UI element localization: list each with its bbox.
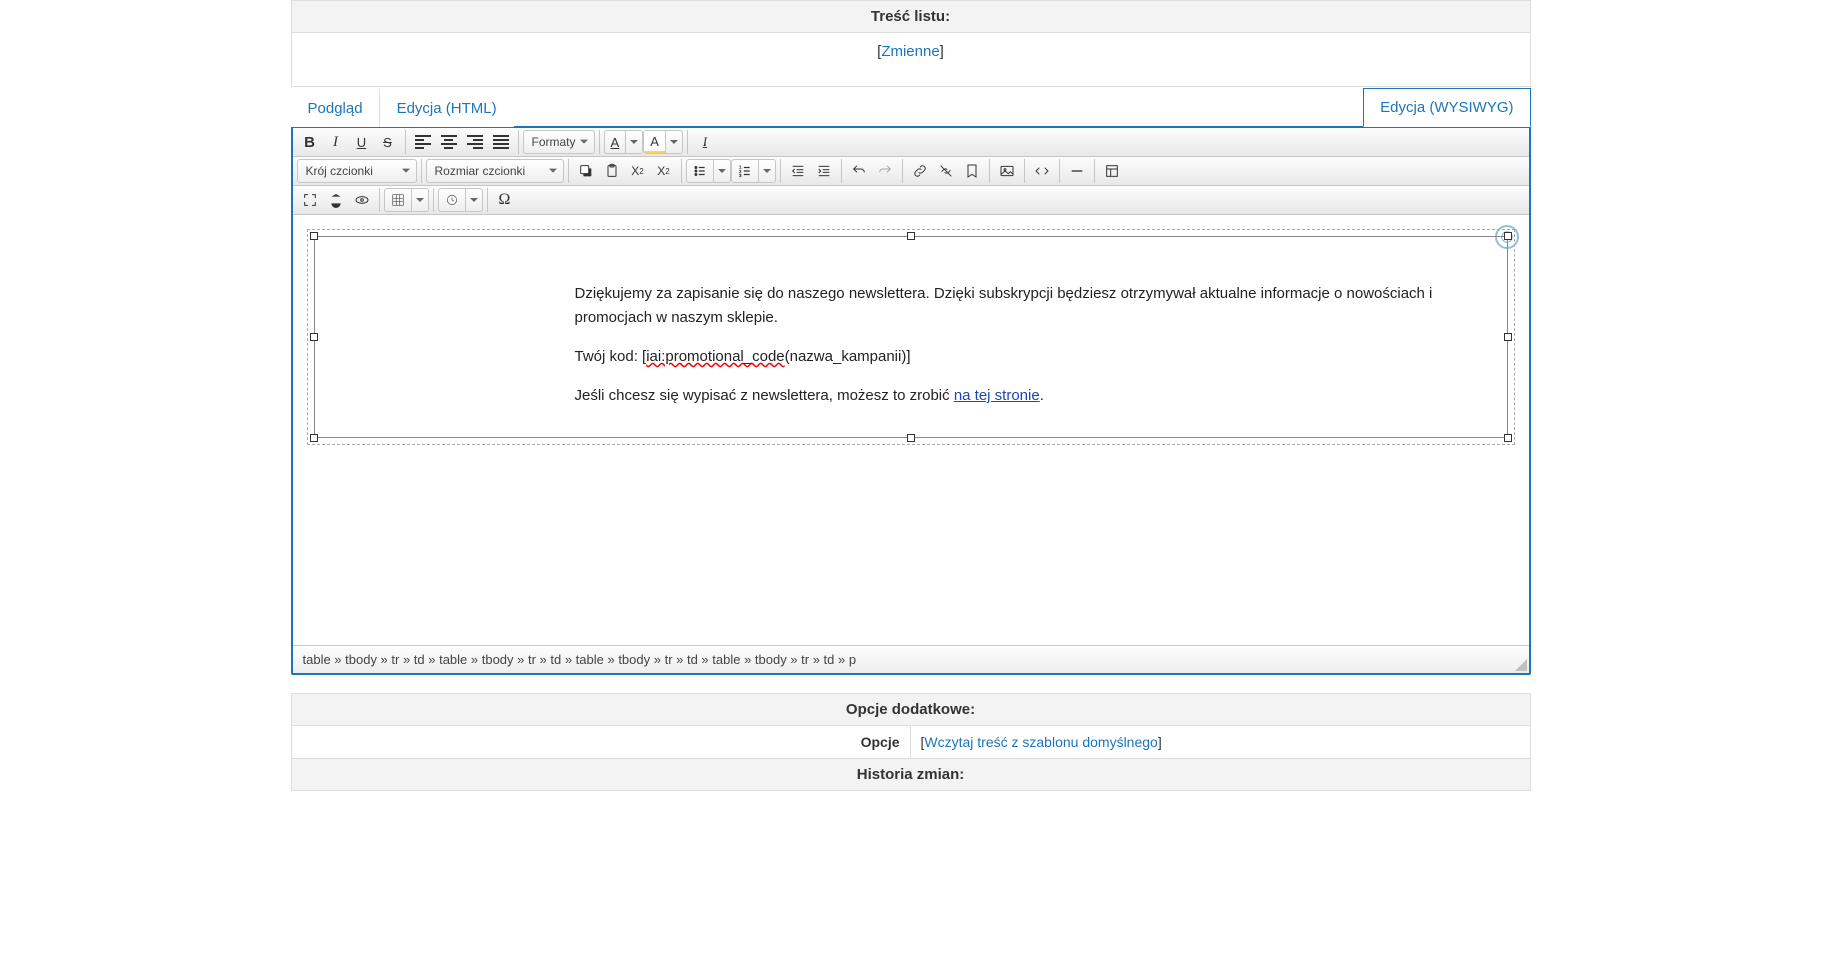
content-section-header: Treść listu: [291, 0, 1531, 33]
subscript-button[interactable]: X2 [625, 159, 651, 183]
toolbar-row-2: Krój czcionki Rozmiar czcionki X2 X2 123 [293, 157, 1529, 186]
resize-grip[interactable] [1515, 659, 1527, 671]
hr-button[interactable] [1064, 159, 1090, 183]
content-paragraph[interactable]: Dziękujemy za zapisanie się do naszego n… [575, 282, 1487, 330]
resize-handle[interactable] [310, 333, 318, 341]
table-button[interactable] [384, 188, 429, 212]
number-list-button[interactable]: 123 [731, 159, 776, 183]
resize-handle[interactable] [310, 434, 318, 442]
redo-button[interactable] [872, 159, 898, 183]
toolbar-row-3: Ω [293, 186, 1529, 215]
tab-preview[interactable]: Podgląd [291, 89, 380, 127]
align-center-button[interactable] [436, 130, 462, 154]
find-button[interactable] [323, 188, 349, 212]
svg-text:3: 3 [739, 173, 742, 178]
resize-handle[interactable] [1504, 333, 1512, 341]
text-color-button[interactable]: A [604, 130, 644, 154]
load-default-template-link[interactable]: Wczytaj treść z szablonu domyślnego [924, 734, 1157, 750]
preview-button[interactable] [349, 188, 375, 212]
copy-button[interactable] [573, 159, 599, 183]
editor-tabs: Podgląd Edycja (HTML) Edycja (WYSIWYG) [291, 87, 1531, 126]
template-button[interactable] [1099, 159, 1125, 183]
strikethrough-button[interactable]: S [375, 130, 401, 154]
history-header: Historia zmian: [291, 759, 1531, 791]
element-path[interactable]: table » tbody » tr » td » table » tbody … [303, 652, 857, 667]
italic-button[interactable]: I [323, 130, 349, 154]
options-row: Opcje [Wczytaj treść z szablonu domyślne… [291, 726, 1531, 759]
indent-button[interactable] [811, 159, 837, 183]
paste-button[interactable] [599, 159, 625, 183]
bullet-list-button[interactable] [686, 159, 731, 183]
align-right-button[interactable] [462, 130, 488, 154]
resize-handle[interactable] [1504, 434, 1512, 442]
fullscreen-button[interactable] [297, 188, 323, 212]
undo-button[interactable] [846, 159, 872, 183]
resize-handle[interactable] [907, 232, 915, 240]
content-paragraph[interactable]: Twój kod: [iai:promotional_code(nazwa_ka… [575, 345, 1487, 369]
editor-content-area[interactable]: Dziękujemy za zapisanie się do naszego n… [293, 215, 1529, 645]
toolbar-row-1: B I U S Formaty A A Iₓ [293, 128, 1529, 157]
resize-handle[interactable] [310, 232, 318, 240]
outdent-button[interactable] [785, 159, 811, 183]
superscript-button[interactable]: X2 [651, 159, 677, 183]
formats-select[interactable]: Formaty [523, 130, 595, 154]
underline-button[interactable]: U [349, 130, 375, 154]
font-size-select[interactable]: Rozmiar czcionki [426, 159, 564, 183]
background-color-button[interactable]: A [643, 130, 683, 154]
content-paragraph[interactable]: Jeśli chcesz się wypisać z newslettera, … [575, 384, 1487, 408]
datetime-button[interactable] [438, 188, 483, 212]
clear-format-button[interactable]: Iₓ [692, 130, 718, 154]
tab-edit-html[interactable]: Edycja (HTML) [380, 89, 514, 127]
align-justify-button[interactable] [488, 130, 514, 154]
options-label: Opcje [292, 726, 911, 758]
special-char-button[interactable]: Ω [492, 188, 518, 212]
link-button[interactable] [907, 159, 933, 183]
resize-handle[interactable] [907, 434, 915, 442]
resize-handle[interactable] [1504, 232, 1512, 240]
editor-status-bar: table » tbody » tr » td » table » tbody … [293, 645, 1529, 673]
variables-link[interactable]: Zmienne [881, 43, 939, 60]
source-code-button[interactable] [1029, 159, 1055, 183]
bold-button[interactable]: B [297, 130, 323, 154]
unlink-button[interactable] [933, 159, 959, 183]
align-left-button[interactable] [410, 130, 436, 154]
tab-edit-wysiwyg[interactable]: Edycja (WYSIWYG) [1363, 88, 1530, 127]
image-button[interactable] [994, 159, 1020, 183]
font-family-select[interactable]: Krój czcionki [297, 159, 417, 183]
additional-options-header: Opcje dodatkowe: [291, 693, 1531, 726]
unsubscribe-link[interactable]: na tej stronie [954, 387, 1040, 404]
wysiwyg-editor: B I U S Formaty A A Iₓ [291, 126, 1531, 675]
variables-row: [Zmienne] [291, 33, 1531, 87]
anchor-button[interactable] [959, 159, 985, 183]
